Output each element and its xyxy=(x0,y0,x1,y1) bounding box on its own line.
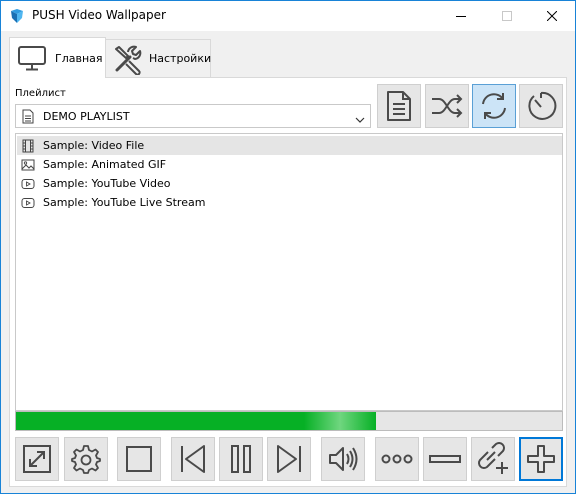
tab-strip: Главная Настройки xyxy=(1,31,575,78)
add-url-button[interactable] xyxy=(471,437,515,481)
playlist-editor-button[interactable] xyxy=(377,84,421,128)
wrench-screwdriver-icon xyxy=(112,43,144,76)
repeat-icon xyxy=(482,93,506,119)
timer-button[interactable] xyxy=(519,84,563,128)
tab-main[interactable]: Главная xyxy=(9,37,106,78)
window-title: PUSH Video Wallpaper xyxy=(32,8,166,22)
link-add-icon xyxy=(478,442,508,474)
gear-icon xyxy=(71,445,101,474)
minimize-icon xyxy=(456,16,466,17)
playback-progress[interactable] xyxy=(15,411,563,431)
shuffle-icon xyxy=(432,94,463,118)
close-icon xyxy=(547,11,557,21)
list-item[interactable]: Sample: YouTube Live Stream xyxy=(17,193,562,212)
minus-icon xyxy=(429,455,461,463)
youtube-play-icon xyxy=(21,196,35,210)
fullscreen-button[interactable] xyxy=(15,437,59,481)
previous-button[interactable] xyxy=(171,437,215,481)
playlist-dropdown[interactable]: DEMO PLAYLIST xyxy=(15,104,371,128)
title-bar[interactable]: PUSH Video Wallpaper xyxy=(1,1,575,31)
ellipsis-icon xyxy=(381,454,413,464)
tab-settings-label: Настройки xyxy=(149,52,212,65)
speaker-icon xyxy=(329,447,358,471)
volume-button[interactable] xyxy=(321,437,365,481)
plus-icon xyxy=(527,445,555,473)
progress-fill xyxy=(16,412,377,430)
image-icon xyxy=(21,158,35,172)
skip-next-icon xyxy=(277,445,301,473)
document-icon xyxy=(22,109,34,124)
tab-settings[interactable]: Настройки xyxy=(105,39,211,77)
list-item[interactable]: Sample: Video File xyxy=(17,136,562,155)
more-button[interactable] xyxy=(375,437,419,481)
settings-button[interactable] xyxy=(64,437,108,481)
pause-button[interactable] xyxy=(219,437,263,481)
monitor-icon xyxy=(16,42,48,74)
list-item-label: Sample: YouTube Live Stream xyxy=(43,196,206,209)
repeat-button[interactable] xyxy=(472,84,516,128)
list-item-label: Sample: Video File xyxy=(43,139,145,152)
list-item-label: Sample: YouTube Video xyxy=(43,177,171,190)
playlist-label: Плейлист xyxy=(15,88,66,99)
playlist-selected-value: DEMO PLAYLIST xyxy=(43,110,130,123)
expand-icon xyxy=(23,445,51,473)
stop-button[interactable] xyxy=(117,437,161,481)
stop-icon xyxy=(126,446,152,472)
skip-previous-icon xyxy=(181,445,205,473)
playlist-items[interactable]: Sample: Video File Sample: Animated GIF … xyxy=(15,133,563,411)
close-button[interactable] xyxy=(529,1,575,31)
tab-main-label: Главная xyxy=(55,51,103,65)
push-logo-icon xyxy=(9,8,25,24)
shuffle-button[interactable] xyxy=(425,84,469,128)
add-file-button[interactable] xyxy=(519,437,563,481)
list-item-label: Sample: Animated GIF xyxy=(43,158,167,171)
youtube-play-icon xyxy=(21,177,35,191)
maximize-icon xyxy=(502,11,512,21)
maximize-button xyxy=(484,1,530,31)
document-lines-icon xyxy=(387,91,411,121)
film-icon xyxy=(21,139,35,153)
list-item[interactable]: Sample: YouTube Video xyxy=(17,174,562,193)
chevron-down-icon xyxy=(355,113,365,123)
next-button[interactable] xyxy=(267,437,311,481)
minimize-button[interactable] xyxy=(438,1,484,31)
list-item[interactable]: Sample: Animated GIF xyxy=(17,155,562,174)
stopwatch-icon xyxy=(528,91,557,120)
remove-button[interactable] xyxy=(423,437,467,481)
pause-icon xyxy=(231,445,251,473)
